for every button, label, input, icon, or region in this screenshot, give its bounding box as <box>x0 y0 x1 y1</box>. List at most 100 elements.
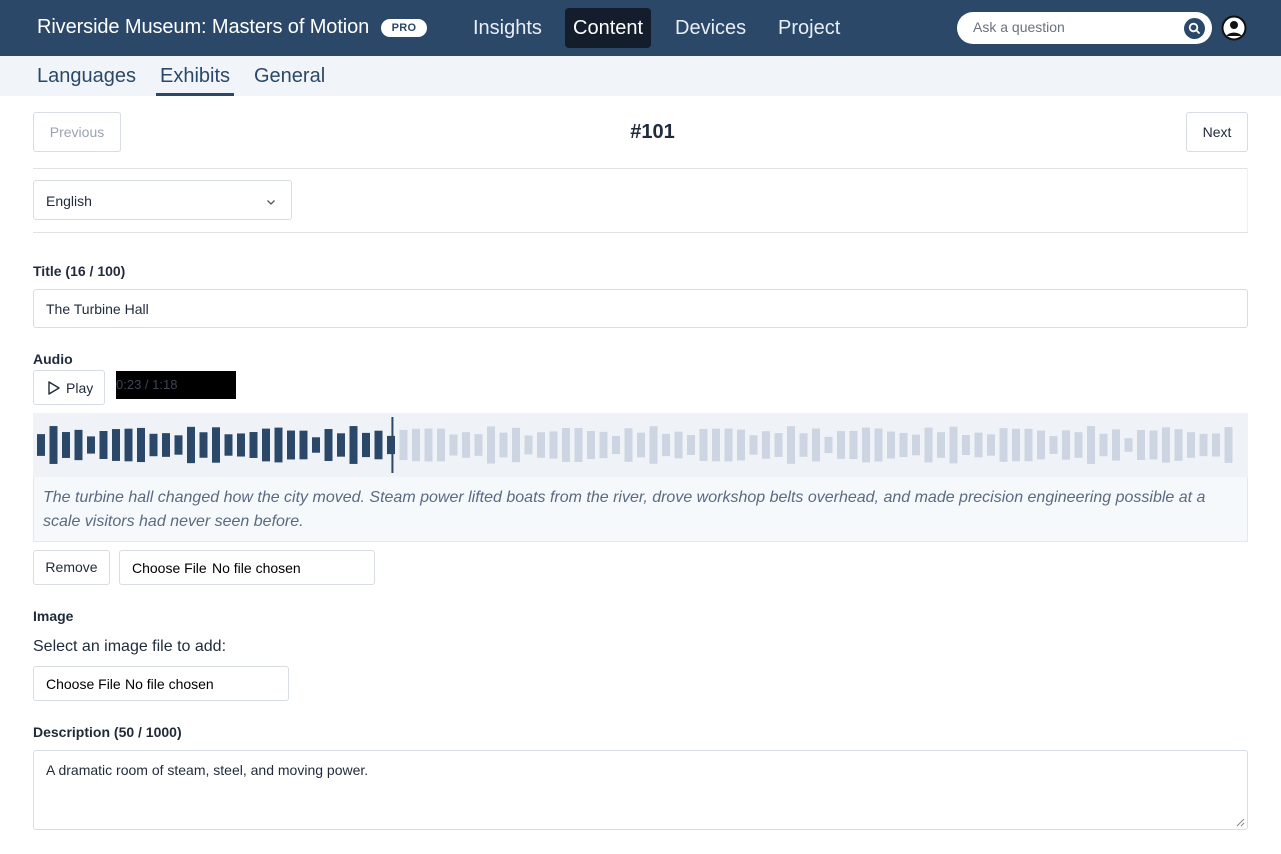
waveform-bar <box>912 434 920 456</box>
waveform-bar <box>699 428 708 462</box>
waveform-bar <box>599 431 608 459</box>
waveform-bar <box>787 426 795 464</box>
waveform-bar <box>737 429 745 461</box>
play-icon <box>48 381 60 395</box>
image-label: Image <box>33 608 74 624</box>
waveform-bar <box>274 427 283 463</box>
waveform-bar <box>74 429 83 461</box>
waveform-bar <box>849 430 858 460</box>
tab-languages[interactable]: Languages <box>37 65 136 88</box>
play-button[interactable]: Play <box>33 370 105 405</box>
waveform-bar <box>462 432 470 458</box>
waveform-bar <box>1049 436 1058 454</box>
title-field[interactable]: The Turbine Hall <box>33 289 1248 328</box>
waveform-bar <box>712 428 720 462</box>
image-file-input[interactable]: Choose File No file chosen <box>33 666 289 701</box>
waveform-bar <box>287 430 295 460</box>
waveform-bar <box>1149 430 1158 460</box>
waveform-bar <box>299 430 308 460</box>
waveform-bar <box>1199 433 1208 457</box>
waveform-bar <box>637 432 645 458</box>
waveform-bar <box>812 428 820 462</box>
waveform-bar <box>937 432 945 458</box>
nav-insights[interactable]: Insights <box>465 8 550 48</box>
waveform-bar <box>174 435 183 455</box>
next-button[interactable]: Next <box>1186 112 1248 152</box>
waveform-bar <box>574 427 583 463</box>
user-circle-icon[interactable] <box>1221 15 1247 41</box>
nav-content[interactable]: Content <box>565 8 652 48</box>
waveform-bar <box>587 430 595 460</box>
waveform-bar <box>1162 427 1170 463</box>
waveform-bar <box>437 428 445 462</box>
waveform-bar <box>1087 426 1095 464</box>
waveform-bar <box>149 433 158 457</box>
waveform-bar <box>1037 430 1045 460</box>
waveform-bar <box>237 433 245 457</box>
remove-audio-button[interactable]: Remove <box>33 550 110 585</box>
search-input[interactable] <box>973 19 1173 35</box>
playhead-cursor[interactable] <box>391 417 394 473</box>
waveform-bar <box>362 432 370 458</box>
waveform-bar <box>487 426 495 464</box>
waveform-bar <box>112 429 120 461</box>
waveform-bar <box>724 428 733 462</box>
waveform-bar <box>1062 430 1070 460</box>
app-title[interactable]: Riverside Museum: Masters of Motion <box>37 16 369 39</box>
nav-project[interactable]: Project <box>770 8 848 48</box>
waveform-bar <box>1224 427 1233 463</box>
title-label: Title (16 / 100) <box>33 263 126 279</box>
waveform-bar <box>512 427 520 463</box>
waveform-bar <box>1174 429 1183 461</box>
waveform-bar <box>249 432 258 458</box>
nav-devices[interactable]: Devices <box>667 8 754 48</box>
active-tab-indicator <box>156 93 234 96</box>
waveform-bar <box>337 433 345 457</box>
waveform-bar <box>412 428 420 462</box>
description-label: Description (50 / 1000) <box>33 724 182 740</box>
waveform-bar <box>324 429 333 461</box>
waveform-bar <box>949 426 958 464</box>
waveform-bar <box>924 427 933 463</box>
waveform-bar <box>887 431 895 459</box>
image-prompt: Select an image file to add: <box>33 638 227 655</box>
waveform-bar <box>162 433 170 457</box>
audio-transcript: The turbine hall changed how the city mo… <box>33 477 1248 542</box>
waveform-bar <box>824 436 833 454</box>
waveform-bar <box>662 433 670 457</box>
waveform-bar <box>974 432 983 458</box>
waveform-bar <box>1024 428 1033 462</box>
record-id: #101 <box>630 121 675 143</box>
audio-waveform[interactable] <box>33 413 1248 477</box>
tab-general[interactable]: General <box>254 65 325 88</box>
waveform-bar <box>1187 432 1195 458</box>
chevron-down-icon <box>265 195 277 207</box>
audio-file-input[interactable]: Choose File No file chosen <box>119 550 375 585</box>
transcript-text: The turbine hall changed how the city mo… <box>43 489 1206 530</box>
resize-handle-icon[interactable] <box>1236 818 1245 827</box>
waveform-bar <box>1112 429 1120 461</box>
waveform-bar <box>212 427 220 463</box>
waveform-bar <box>224 434 233 456</box>
waveform-bar <box>499 432 508 458</box>
language-select[interactable]: English <box>33 180 292 220</box>
waveform-bar <box>62 432 70 458</box>
file-status: No file chosen <box>125 676 214 692</box>
waveform-bar <box>374 430 383 460</box>
waveform-bar <box>1074 432 1083 458</box>
divider <box>33 232 1248 233</box>
waveform-bar <box>474 434 483 456</box>
search-icon[interactable] <box>1184 18 1205 39</box>
waveform-bar <box>624 428 633 462</box>
choose-file-button[interactable]: Choose File <box>46 676 121 692</box>
tab-exhibits[interactable]: Exhibits <box>160 65 230 88</box>
waveform-bar <box>1012 428 1020 462</box>
previous-button[interactable]: Previous <box>33 112 121 152</box>
description-textarea[interactable]: A dramatic room of steam, steel, and mov… <box>33 750 1248 830</box>
choose-file-button[interactable]: Choose File <box>132 560 207 576</box>
waveform-bar <box>37 434 45 456</box>
waveform-bar <box>562 428 570 462</box>
waveform-bar <box>1212 433 1220 457</box>
waveform-bar <box>399 429 408 461</box>
waveform-bar <box>687 435 695 455</box>
